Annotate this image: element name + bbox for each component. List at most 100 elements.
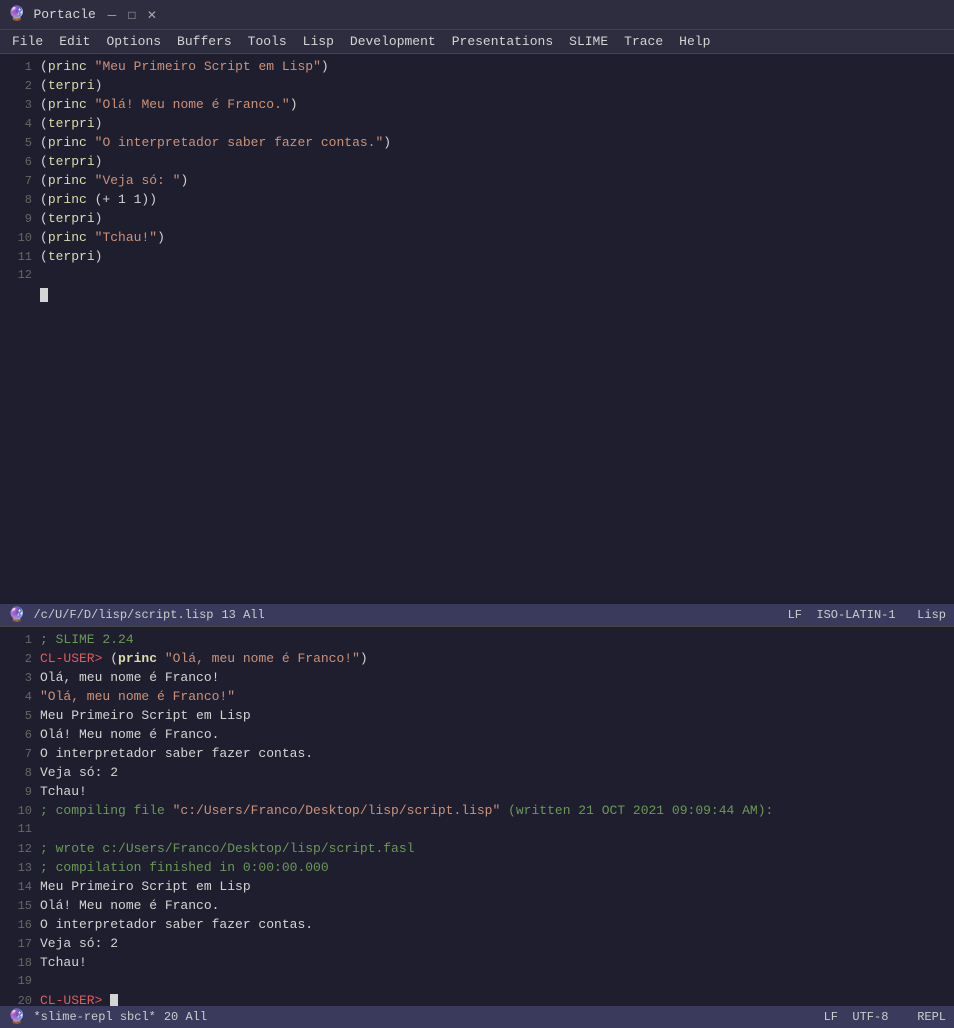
repl-line-content: ; compiling file "c:/Users/Franco/Deskto… bbox=[40, 802, 773, 821]
line-content: (princ "Olá! Meu nome é Franco.") bbox=[40, 96, 298, 115]
menubar: FileEditOptionsBuffersToolsLispDevelopme… bbox=[0, 30, 954, 54]
editor-path: /c/U/F/D/lisp/script.lisp bbox=[33, 608, 213, 622]
cursor bbox=[40, 288, 48, 302]
maximize-button[interactable]: □ bbox=[124, 7, 140, 23]
repl-line: 11 bbox=[0, 821, 954, 840]
line-number: 9 bbox=[4, 211, 32, 228]
repl-line-content: Olá! Meu nome é Franco. bbox=[40, 897, 219, 916]
line-content: (princ "O interpretador saber fazer cont… bbox=[40, 134, 391, 153]
code-line: 6(terpri) bbox=[0, 153, 954, 172]
repl-line: 15 Olá! Meu nome é Franco. bbox=[0, 897, 954, 916]
repl-line-number: 13 bbox=[4, 860, 32, 877]
code-line: 12 bbox=[0, 267, 954, 286]
code-line: 7(princ "Veja só: ") bbox=[0, 172, 954, 191]
menu-item-file[interactable]: File bbox=[4, 32, 51, 51]
menu-item-lisp[interactable]: Lisp bbox=[295, 32, 342, 51]
code-pane: 1(princ "Meu Primeiro Script em Lisp")2 (… bbox=[0, 54, 954, 604]
repl-line-number: 16 bbox=[4, 917, 32, 934]
repl-line-content: Olá! Meu nome é Franco. bbox=[40, 726, 219, 745]
repl-line: 18Tchau! bbox=[0, 954, 954, 973]
code-line: 9(terpri) bbox=[0, 210, 954, 229]
repl-line-number: 20 bbox=[4, 993, 32, 1006]
repl-pane[interactable]: 1; SLIME 2.242CL-USER> (princ "Olá, meu … bbox=[0, 626, 954, 1006]
repl-line-number: 1 bbox=[4, 632, 32, 649]
menu-item-presentations[interactable]: Presentations bbox=[444, 32, 561, 51]
menu-item-slime[interactable]: SLIME bbox=[561, 32, 616, 51]
repl-line-content: Meu Primeiro Script em Lisp bbox=[40, 878, 251, 897]
repl-line: 8 Veja só: 2 bbox=[0, 764, 954, 783]
repl-line-number: 10 bbox=[4, 803, 32, 820]
code-line: 2 (terpri) bbox=[0, 77, 954, 96]
repl-line-number: 4 bbox=[4, 689, 32, 706]
line-content: (princ "Veja só: ") bbox=[40, 172, 188, 191]
code-line: 8 (princ (+ 1 1)) bbox=[0, 191, 954, 210]
code-line: 10(princ "Tchau!") bbox=[0, 229, 954, 248]
repl-line: 19 bbox=[0, 973, 954, 992]
menu-item-trace[interactable]: Trace bbox=[616, 32, 671, 51]
line-number: 2 bbox=[4, 78, 32, 95]
repl-buffer: *slime-repl sbcl* bbox=[33, 1010, 155, 1024]
titlebar: 🔮 Portacle ─ □ ✕ bbox=[0, 0, 954, 30]
repl-line-content: O interpretador saber fazer contas. bbox=[40, 916, 313, 935]
repl-line: 12 ; wrote c:/Users/Franco/Desktop/lisp/s… bbox=[0, 840, 954, 859]
repl-line-number: 12 bbox=[4, 841, 32, 858]
line-number: 6 bbox=[4, 154, 32, 171]
repl-line: 14Meu Primeiro Script em Lisp bbox=[0, 878, 954, 897]
repl-line-content: "Olá, meu nome é Franco!" bbox=[40, 688, 235, 707]
line-number: 4 bbox=[4, 116, 32, 133]
editor-area: 1(princ "Meu Primeiro Script em Lisp")2(… bbox=[0, 54, 954, 1028]
close-button[interactable]: ✕ bbox=[144, 7, 160, 23]
repl-line: 2CL-USER> (princ "Olá, meu nome é Franco… bbox=[0, 650, 954, 669]
menu-item-development[interactable]: Development bbox=[342, 32, 444, 51]
repl-line: 10 ; compiling file "c:/Users/Franco/Desk… bbox=[0, 802, 954, 821]
menu-item-tools[interactable]: Tools bbox=[240, 32, 295, 51]
repl-line-content: Veja só: 2 bbox=[40, 764, 118, 783]
repl-line-number: 5 bbox=[4, 708, 32, 725]
repl-line: 16 O interpretador saber fazer contas. bbox=[0, 916, 954, 935]
code-line: 3 (princ "Olá! Meu nome é Franco.") bbox=[0, 96, 954, 115]
repl-line-content: Meu Primeiro Script em Lisp bbox=[40, 707, 251, 726]
repl-line-content: CL-USER> (princ "Olá, meu nome é Franco!… bbox=[40, 650, 368, 669]
repl-line: 5 Meu Primeiro Script em Lisp bbox=[0, 707, 954, 726]
line-number: 3 bbox=[4, 97, 32, 114]
repl-line-number: 9 bbox=[4, 784, 32, 801]
repl-line-content: Tchau! bbox=[40, 954, 87, 973]
line-content: (princ "Meu Primeiro Script em Lisp") bbox=[40, 58, 329, 77]
menu-item-help[interactable]: Help bbox=[671, 32, 718, 51]
code-line: 1(princ "Meu Primeiro Script em Lisp") bbox=[0, 58, 954, 77]
repl-line: 4 "Olá, meu nome é Franco!" bbox=[0, 688, 954, 707]
code-line: 4(terpri) bbox=[0, 115, 954, 134]
line-number: 5 bbox=[4, 135, 32, 152]
line-number: 8 bbox=[4, 192, 32, 209]
repl-line: 20 CL-USER> bbox=[0, 992, 954, 1006]
line-content: (terpri) bbox=[40, 77, 102, 96]
repl-status-icon: 🔮 bbox=[8, 1009, 25, 1026]
titlebar-title: Portacle bbox=[33, 7, 95, 22]
status-icon: 🔮 bbox=[8, 607, 25, 624]
repl-line-number: 15 bbox=[4, 898, 32, 915]
menu-item-buffers[interactable]: Buffers bbox=[169, 32, 240, 51]
minimize-button[interactable]: ─ bbox=[104, 7, 120, 23]
line-content: (princ (+ 1 1)) bbox=[40, 191, 157, 210]
repl-line-number: 3 bbox=[4, 670, 32, 687]
menu-item-edit[interactable]: Edit bbox=[51, 32, 98, 51]
code-line: 11(terpri) bbox=[0, 248, 954, 267]
repl-line: 9Tchau! bbox=[0, 783, 954, 802]
repl-position: 20 All bbox=[164, 1010, 207, 1024]
editor-status-bar: 🔮 /c/U/F/D/lisp/script.lisp 13 All LF IS… bbox=[0, 604, 954, 626]
menu-item-options[interactable]: Options bbox=[98, 32, 169, 51]
repl-encoding: LF UTF-8 REPL bbox=[824, 1010, 946, 1024]
repl-line-content: O interpretador saber fazer contas. bbox=[40, 745, 313, 764]
repl-prompt: CL-USER> bbox=[40, 651, 110, 666]
repl-line: 6 Olá! Meu nome é Franco. bbox=[0, 726, 954, 745]
repl-line-content: CL-USER> bbox=[40, 992, 118, 1006]
repl-line: 7O interpretador saber fazer contas. bbox=[0, 745, 954, 764]
repl-line: 1; SLIME 2.24 bbox=[0, 631, 954, 650]
line-number: 11 bbox=[4, 249, 32, 266]
repl-line-content: Veja só: 2 bbox=[40, 935, 118, 954]
repl-line-number: 6 bbox=[4, 727, 32, 744]
repl-line-content: ; wrote c:/Users/Franco/Desktop/lisp/scr… bbox=[40, 840, 414, 859]
repl-line-number: 8 bbox=[4, 765, 32, 782]
app-icon: 🔮 bbox=[8, 6, 25, 23]
code-line bbox=[0, 286, 954, 305]
